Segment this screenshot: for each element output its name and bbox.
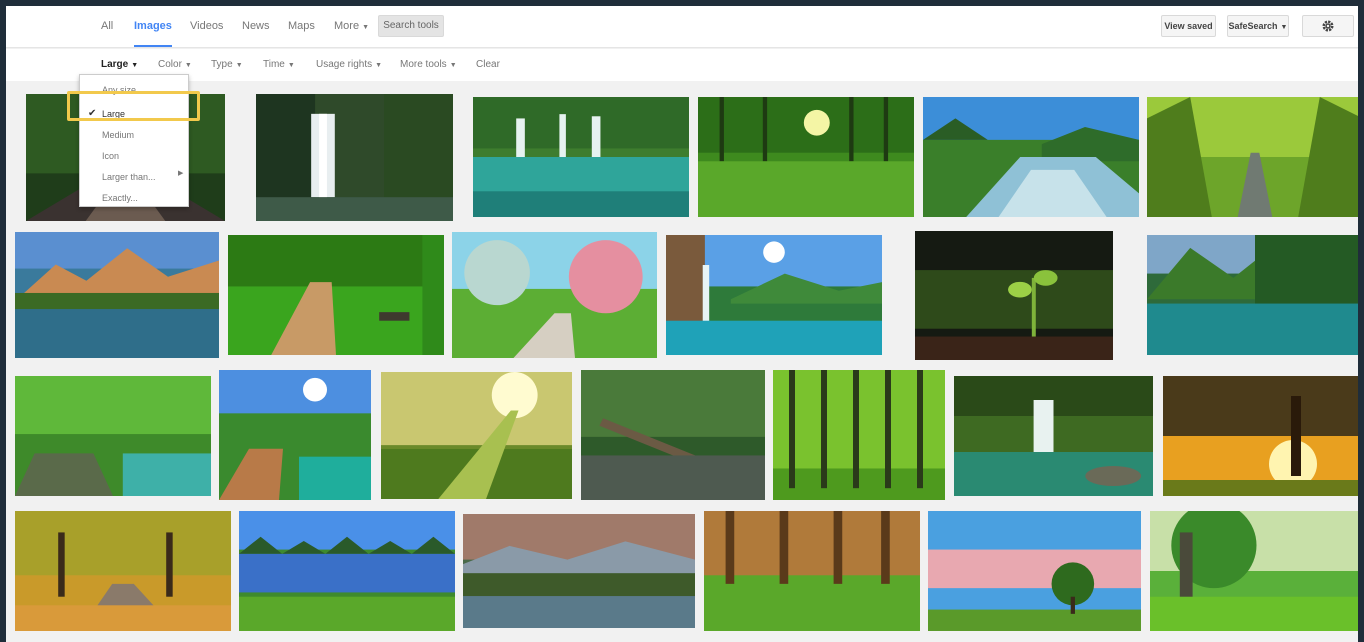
image-result[interactable] [923,97,1139,217]
type-filter[interactable]: Type ▼ [211,59,243,70]
tab-videos[interactable]: Videos [190,20,223,32]
tab-all[interactable]: All [101,20,113,32]
image-result[interactable] [773,370,945,500]
time-filter[interactable]: Time ▼ [263,59,295,70]
chevron-down-icon: ▼ [1280,24,1288,31]
settings-button[interactable] [1302,15,1354,37]
image-result[interactable] [1163,376,1358,496]
chevron-down-icon: ▼ [184,62,192,69]
image-result[interactable] [15,232,219,358]
image-result[interactable] [463,514,695,628]
size-filter-label: Large [101,59,129,70]
more-tools-filter[interactable]: More tools ▼ [400,59,457,70]
image-result[interactable] [928,511,1141,631]
image-result[interactable] [1150,511,1358,631]
tab-images[interactable]: Images [134,20,172,47]
usage-rights-filter[interactable]: Usage rights ▼ [316,59,382,70]
search-type-bar: All Images Videos News Maps More ▼ Search… [6,6,1358,48]
chevron-down-icon: ▼ [362,24,369,31]
image-results-grid [6,6,1358,642]
tab-more-label: More [334,20,360,32]
image-result[interactable] [452,232,657,358]
tab-maps[interactable]: Maps [288,20,315,32]
image-result[interactable] [381,372,572,499]
image-result[interactable] [228,235,444,355]
browser-page: All Images Videos News Maps More ▼ Search… [6,6,1358,642]
chevron-right-icon: ▶ [178,170,184,177]
clear-link[interactable]: Clear [476,59,500,70]
image-result[interactable] [704,511,920,631]
size-option-icon[interactable]: Icon [102,151,119,161]
size-option-exactly[interactable]: Exactly... [102,193,138,203]
search-tools-button[interactable]: Search tools [378,15,444,37]
size-filter[interactable]: Large ▼ [101,59,138,70]
more-tools-filter-label: More tools [400,59,447,70]
tab-news[interactable]: News [242,20,270,32]
chevron-down-icon: ▼ [449,62,457,69]
size-option-medium[interactable]: Medium [102,130,134,140]
gear-icon [1322,20,1334,32]
search-tools-bar: Large ▼ Color ▼ Type ▼ Time ▼ Usage rights ▼ … [6,49,1358,81]
image-result[interactable] [666,235,882,355]
time-filter-label: Time [263,59,285,70]
chevron-down-icon: ▼ [235,62,243,69]
image-result[interactable] [256,94,453,221]
image-result[interactable] [15,376,211,496]
image-result[interactable] [473,97,689,217]
image-result[interactable] [954,376,1153,496]
image-result[interactable] [581,370,765,500]
selection-highlight-box [67,91,200,121]
image-result[interactable] [1147,97,1358,217]
image-result[interactable] [219,370,371,500]
chevron-down-icon: ▼ [131,62,139,69]
view-saved-button[interactable]: View saved [1161,15,1216,37]
color-filter[interactable]: Color ▼ [158,59,192,70]
image-result[interactable] [915,231,1113,360]
image-result[interactable] [698,97,914,217]
chevron-down-icon: ▼ [287,62,295,69]
tab-more[interactable]: More ▼ [334,20,369,32]
usage-rights-filter-label: Usage rights [316,59,373,70]
image-result[interactable] [239,511,455,631]
safesearch-label: SafeSearch [1228,21,1278,31]
color-filter-label: Color [158,59,182,70]
image-result[interactable] [1147,235,1358,355]
type-filter-label: Type [211,59,233,70]
image-result[interactable] [15,511,231,631]
size-option-larger-than[interactable]: Larger than... [102,172,156,182]
safesearch-button[interactable]: SafeSearch ▼ [1227,15,1289,37]
chevron-down-icon: ▼ [375,62,383,69]
